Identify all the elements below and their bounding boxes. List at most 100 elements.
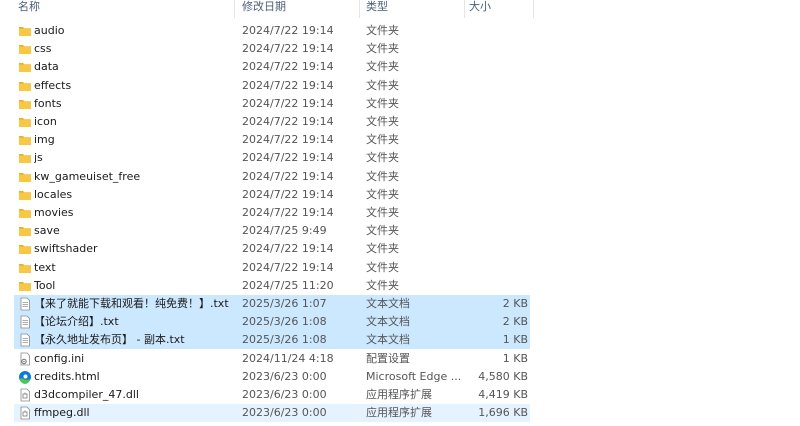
column-divider[interactable] — [359, 0, 360, 18]
modified-date: 2024/7/22 19:14 — [242, 133, 334, 147]
file-row[interactable]: d3dcompiler_47.dll 2023/6/23 0:00 应用程序扩展 4,… — [14, 386, 530, 404]
file-name: save — [34, 224, 60, 238]
folder-row[interactable]: data 2024/7/22 19:14 文件夹 — [14, 58, 530, 76]
modified-date: 2024/7/25 9:49 — [242, 224, 327, 238]
file-row[interactable]: 【来了就能下载和观看！纯免费！】.txt 2025/3/26 1:07 文本文档 2 … — [14, 295, 530, 313]
file-name: js — [34, 151, 43, 165]
file-type: 文件夹 — [366, 260, 399, 274]
folder-row[interactable]: text 2024/7/22 19:14 文件夹 — [14, 259, 530, 277]
folder-row[interactable]: css 2024/7/22 19:14 文件夹 — [14, 40, 530, 58]
modified-date: 2024/7/22 19:14 — [242, 206, 334, 219]
modified-date: 2024/7/22 19:14 — [242, 169, 334, 183]
file-type: 文件夹 — [366, 242, 399, 256]
folder-row[interactable]: movies 2024/7/22 19:14 文件夹 — [14, 204, 530, 222]
folder-row[interactable]: locales 2024/7/22 19:14 文件夹 — [14, 186, 530, 204]
folder-icon — [18, 131, 32, 149]
file-size — [466, 186, 528, 204]
file-type: 文件夹 — [366, 187, 399, 201]
folder-row[interactable]: js 2024/7/22 19:14 文件夹 — [14, 149, 530, 167]
modified-date: 2024/7/22 19:14 — [242, 151, 334, 165]
folder-icon — [18, 222, 32, 240]
column-divider[interactable] — [464, 0, 465, 18]
modified-date: 2024/7/22 19:14 — [242, 24, 334, 37]
file-size — [466, 149, 528, 167]
file-name: icon — [34, 115, 57, 128]
folder-icon — [18, 204, 32, 222]
modified-date: 2024/7/22 19:14 — [242, 96, 334, 110]
file-type: 文件夹 — [366, 42, 399, 56]
modified-date: 2024/7/22 19:14 — [242, 42, 334, 56]
folder-row[interactable]: save 2024/7/25 9:49 文件夹 — [14, 222, 530, 240]
file-type: 文件夹 — [366, 115, 399, 128]
modified-date: 2024/7/22 19:14 — [242, 115, 334, 128]
file-name: movies — [34, 206, 74, 219]
folder-row[interactable]: audio 2024/7/22 19:14 文件夹 — [14, 22, 530, 40]
file-name: ffmpeg.dll — [34, 406, 90, 420]
folder-row[interactable]: effects 2024/7/22 19:14 文件夹 — [14, 77, 530, 95]
file-name: credits.html — [34, 369, 100, 383]
file-type: 配置设置 — [366, 351, 410, 365]
file-name: 【永久地址发布页】 - 副本.txt — [34, 333, 185, 347]
folder-icon — [18, 40, 32, 58]
file-type: 文件夹 — [366, 151, 399, 165]
file-size — [466, 277, 528, 295]
file-size — [466, 77, 528, 95]
folder-icon — [18, 77, 32, 95]
file-type: 文件夹 — [366, 60, 399, 74]
column-header-type[interactable]: 类型 — [366, 0, 388, 18]
file-type: 文件夹 — [366, 133, 399, 147]
config-file-icon — [18, 350, 32, 368]
file-name: config.ini — [34, 351, 85, 365]
file-size — [466, 222, 528, 240]
file-size: 4,419 KB — [478, 388, 528, 401]
modified-date: 2024/7/22 19:14 — [242, 260, 334, 274]
folder-icon — [18, 22, 32, 40]
folder-row[interactable]: kw_gameuiset_free 2024/7/22 19:14 文件夹 — [14, 168, 530, 186]
file-name: fonts — [34, 96, 62, 110]
file-name: text — [34, 260, 56, 274]
file-size — [466, 240, 528, 258]
modified-date: 2025/3/26 1:07 — [242, 297, 327, 310]
modified-date: 2024/7/25 11:20 — [242, 278, 334, 292]
file-name: 【来了就能下载和观看！纯免费！】.txt — [34, 297, 229, 310]
file-name: kw_gameuiset_free — [34, 169, 141, 183]
folder-icon — [18, 277, 32, 295]
file-type: 文件夹 — [366, 206, 399, 219]
file-size: 1 KB — [502, 333, 528, 347]
file-name: locales — [34, 187, 73, 201]
text-document-icon — [18, 295, 32, 313]
file-name: Tool — [34, 278, 56, 292]
modified-date: 2023/6/23 0:00 — [242, 369, 327, 383]
column-header-size[interactable]: 大小 — [469, 0, 491, 18]
folder-row[interactable]: img 2024/7/22 19:14 文件夹 — [14, 131, 530, 149]
folder-row[interactable]: icon 2024/7/22 19:14 文件夹 — [14, 113, 530, 131]
column-divider[interactable] — [234, 0, 235, 18]
folder-icon — [18, 95, 32, 113]
modified-date: 2023/6/23 0:00 — [242, 388, 327, 401]
folder-icon — [18, 113, 32, 131]
folder-icon — [18, 149, 32, 167]
file-type: 文件夹 — [366, 24, 399, 37]
modified-date: 2024/7/22 19:14 — [242, 60, 334, 74]
file-name: css — [34, 42, 52, 56]
file-row[interactable]: config.ini 2024/11/24 4:18 配置设置 1 KB — [14, 350, 530, 368]
file-row[interactable]: 【论坛介绍】.txt 2025/3/26 1:08 文本文档 2 KB — [14, 313, 530, 332]
folder-row[interactable]: fonts 2024/7/22 19:14 文件夹 — [14, 95, 530, 113]
folder-row[interactable]: Tool 2024/7/25 11:20 文件夹 — [14, 277, 530, 295]
file-size — [466, 259, 528, 277]
column-header-name[interactable]: 名称 — [18, 0, 40, 18]
modified-date: 2024/7/22 19:14 — [242, 78, 334, 92]
file-size: 1,696 KB — [478, 406, 528, 420]
file-type: Microsoft Edge ... — [366, 369, 462, 383]
folder-row[interactable]: swiftshader 2024/7/22 19:14 文件夹 — [14, 240, 530, 258]
folder-icon — [18, 240, 32, 258]
file-size — [466, 204, 528, 222]
column-header-date[interactable]: 修改日期 — [242, 0, 286, 18]
folder-icon — [18, 168, 32, 186]
file-row[interactable]: ffmpeg.dll 2023/6/23 0:00 应用程序扩展 1,696 KB — [14, 404, 530, 423]
file-name: 【论坛介绍】.txt — [34, 315, 119, 329]
column-divider[interactable] — [533, 0, 534, 18]
file-row[interactable]: 【永久地址发布页】 - 副本.txt 2025/3/26 1:08 文本文档 1 KB — [14, 331, 530, 350]
file-name: swiftshader — [34, 242, 98, 256]
file-row[interactable]: credits.html 2023/6/23 0:00 Microsoft Edge… — [14, 368, 530, 386]
